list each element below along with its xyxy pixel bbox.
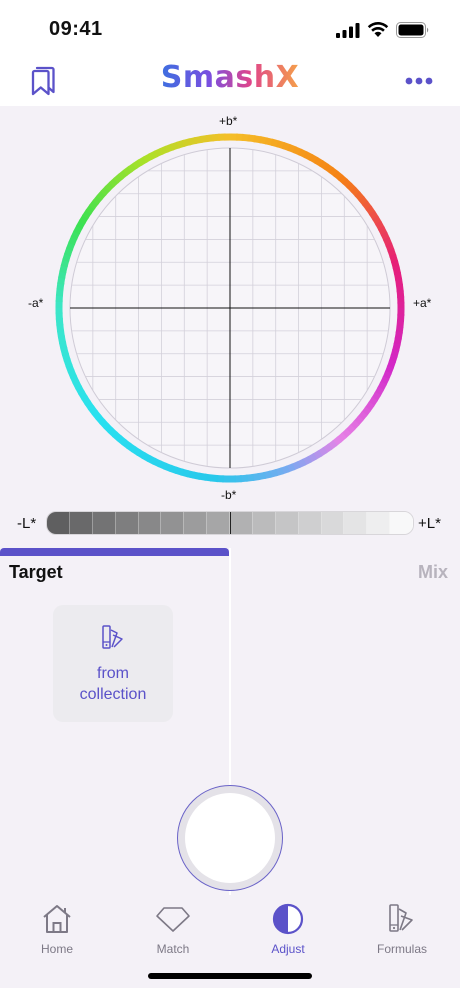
lightness-label-plus: +L* (418, 515, 441, 532)
cellular-signal-icon (336, 23, 360, 38)
home-icon (43, 905, 71, 933)
lightness-segment (115, 512, 139, 534)
color-fan-icon (102, 625, 123, 649)
lightness-segment (321, 512, 345, 534)
more-dots-icon (405, 77, 433, 85)
lightness-segment (47, 512, 70, 534)
nav-adjust[interactable]: Adjust (238, 901, 338, 956)
half-circle-icon (272, 903, 304, 935)
nav-home-label: Home (40, 942, 73, 956)
from-collection-label: from collection (53, 663, 173, 705)
nav-match-label: Match (156, 942, 190, 956)
tab-mix[interactable]: Mix (418, 562, 448, 583)
lightness-label-minus: -L* (17, 515, 37, 532)
axis-label-minus-b: -b* (221, 488, 237, 502)
tab-active-indicator (0, 548, 229, 556)
lightness-segment (367, 512, 391, 534)
status-bar: 09:41 (0, 0, 460, 56)
lightness-segment (69, 512, 93, 534)
status-time: 09:41 (49, 18, 103, 40)
lab-color-wheel[interactable] (52, 130, 408, 486)
app-header: SmashX (0, 56, 460, 106)
app-title-text: SmashX (160, 60, 300, 95)
nav-match[interactable]: Match (123, 901, 223, 956)
from-collection-button[interactable]: from collection (53, 605, 173, 722)
lightness-segment (161, 512, 185, 534)
gem-icon (156, 907, 190, 932)
lightness-segment (390, 512, 413, 534)
lightness-slider[interactable] (46, 511, 414, 535)
target-color-swatch[interactable] (177, 785, 283, 891)
target-color-swatch-fill (185, 793, 275, 883)
lightness-segment (252, 512, 276, 534)
lightness-segment (275, 512, 299, 534)
axis-label-plus-b: +b* (219, 114, 238, 128)
axis-label-minus-a: -a* (28, 296, 44, 310)
home-indicator (148, 973, 312, 979)
lightness-segment (92, 512, 116, 534)
wifi-icon (367, 22, 389, 37)
lightness-segment (138, 512, 162, 534)
app-title: SmashX (0, 60, 460, 95)
lightness-segment (184, 512, 208, 534)
tab-target[interactable]: Target (9, 562, 63, 583)
lightness-segment (298, 512, 322, 534)
more-button[interactable] (402, 68, 436, 94)
nav-home[interactable]: Home (7, 901, 107, 956)
nav-formulas[interactable]: Formulas (352, 901, 452, 956)
nav-adjust-label: Adjust (271, 942, 305, 956)
color-space-panel: +b* -b* -a* +a* -L* +L* (0, 106, 460, 548)
from-collection-line2: collection (79, 686, 147, 703)
lightness-segment (230, 512, 253, 534)
battery-icon (396, 22, 429, 38)
from-collection-line1: from (97, 665, 129, 682)
nav-formulas-label: Formulas (376, 942, 427, 956)
lightness-center-marker (230, 512, 231, 534)
color-fan-icon (389, 904, 413, 932)
axis-label-plus-a: +a* (413, 296, 432, 310)
lightness-segment (344, 512, 368, 534)
lightness-segment (207, 512, 230, 534)
